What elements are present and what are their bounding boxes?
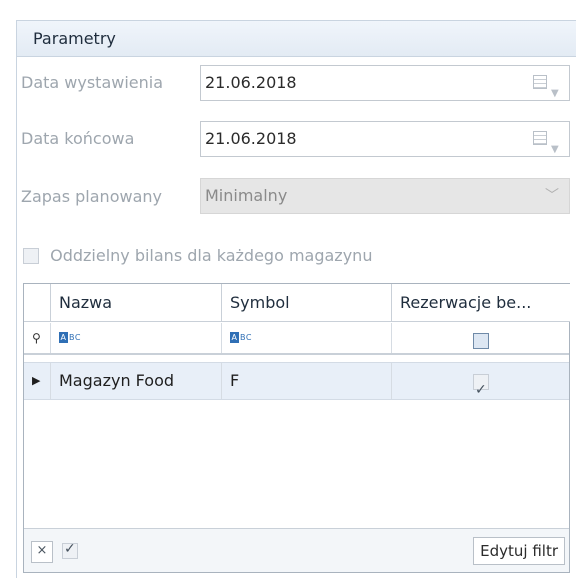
date-end-value: 21.06.2018 bbox=[205, 129, 297, 148]
text-filter-icon: A BC bbox=[230, 332, 252, 343]
filter-symbol-input[interactable]: A BC bbox=[222, 323, 392, 353]
calendar-icon[interactable]: ▼ bbox=[533, 75, 563, 99]
row-symbol: F bbox=[222, 363, 392, 399]
row-name: Magazyn Food bbox=[51, 363, 222, 399]
stock-value: Minimalny bbox=[205, 186, 288, 205]
warehouse-grid: Nazwa Symbol Rezerwacje be... ⚲ A BC A BC … bbox=[23, 283, 570, 573]
filter-checkbox[interactable] bbox=[473, 332, 489, 349]
grid-footer: × Edytuj filtr bbox=[24, 528, 569, 572]
row-reservations[interactable] bbox=[392, 363, 570, 399]
edit-filter-button[interactable]: Edytuj filtr bbox=[473, 537, 565, 565]
date-issue-value: 21.06.2018 bbox=[205, 73, 297, 92]
clear-filter-button[interactable]: × bbox=[31, 541, 53, 563]
grid-corner bbox=[24, 284, 51, 322]
column-header-reservations[interactable]: Rezerwacje be... bbox=[392, 284, 570, 322]
stock-select[interactable]: Minimalny ﹀ bbox=[200, 178, 570, 214]
row-pointer-icon: ▶ bbox=[24, 363, 51, 399]
row-reservations-checkbox[interactable] bbox=[473, 372, 489, 399]
column-header-name[interactable]: Nazwa bbox=[51, 284, 222, 322]
separate-balance-checkbox[interactable] bbox=[23, 247, 39, 264]
date-end-field[interactable]: 21.06.2018 ▼ bbox=[200, 121, 570, 157]
text-filter-icon: A BC bbox=[59, 332, 81, 343]
filter-active-checkbox[interactable] bbox=[62, 541, 78, 559]
panel-title: Parametry bbox=[17, 21, 576, 57]
filter-reservations-checkbox[interactable] bbox=[392, 323, 570, 353]
date-end-label: Data końcowa bbox=[21, 129, 135, 148]
date-issue-field[interactable]: 21.06.2018 ▼ bbox=[200, 65, 570, 101]
filter-name-input[interactable]: A BC bbox=[51, 323, 222, 353]
column-header-symbol[interactable]: Symbol bbox=[222, 284, 392, 322]
chevron-down-icon: ﹀ bbox=[545, 188, 559, 204]
stock-label: Zapas planowany bbox=[21, 187, 162, 206]
separate-balance-option[interactable]: Oddzielny bilans dla każdego magazynu bbox=[23, 245, 372, 265]
date-issue-label: Data wystawienia bbox=[21, 73, 164, 92]
table-row[interactable]: ▶ Magazyn Food F bbox=[24, 362, 569, 400]
parameters-panel: Parametry Data wystawienia 21.06.2018 ▼ … bbox=[16, 20, 576, 578]
filter-pin-icon: ⚲ bbox=[24, 323, 51, 353]
calendar-icon[interactable]: ▼ bbox=[533, 131, 563, 155]
separate-balance-label: Oddzielny bilans dla każdego magazynu bbox=[50, 246, 373, 265]
filter-row: ⚲ A BC A BC bbox=[24, 323, 569, 355]
